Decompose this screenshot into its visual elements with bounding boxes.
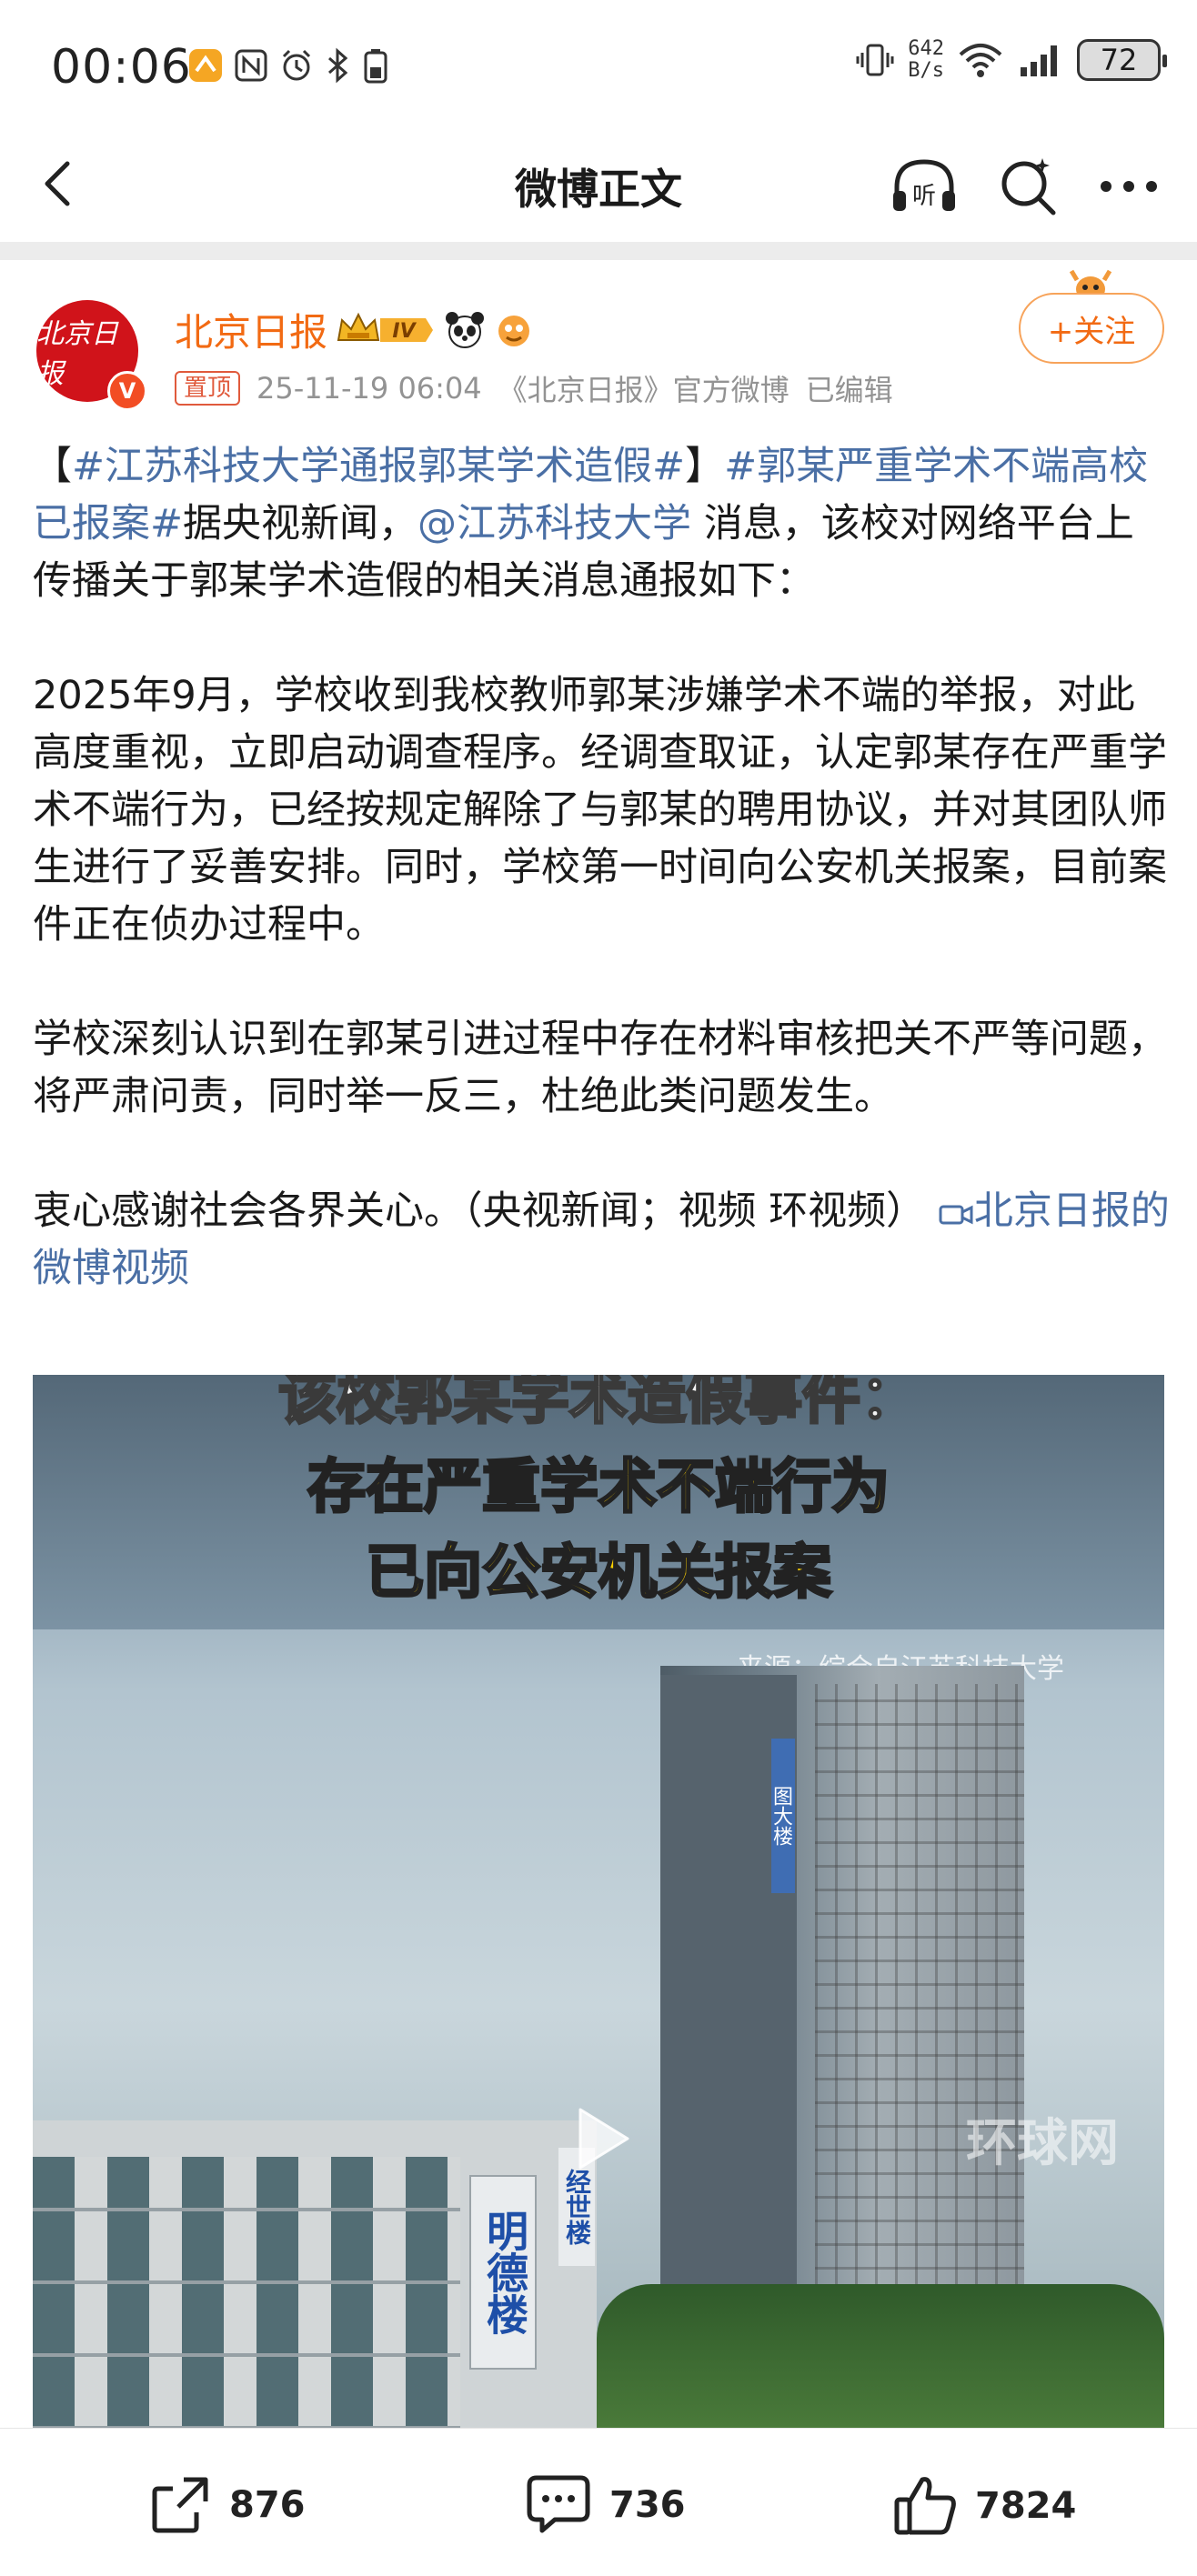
- clock: 00:06: [51, 40, 192, 95]
- battery-saver-icon: [364, 49, 387, 84]
- building-sign-mingde: 明德楼: [469, 2175, 537, 2370]
- thumbs-up-icon: [894, 2477, 956, 2535]
- tower-sign: 图大楼: [770, 1739, 795, 1893]
- fan-club-icon: [498, 315, 530, 346]
- section-divider: [0, 242, 1197, 260]
- network-speed: 642 B/s: [908, 37, 944, 82]
- panda-icon: [446, 311, 485, 348]
- mention-link[interactable]: @江苏科技大学: [417, 501, 691, 546]
- play-icon[interactable]: [553, 2093, 644, 2184]
- notification-icons: [187, 47, 391, 84]
- top-navigation-bar: 微博正文 听: [0, 136, 1197, 236]
- listen-icon[interactable]: 听: [888, 155, 961, 218]
- nfc-icon: [235, 49, 267, 82]
- battery-indicator: 72: [1077, 39, 1167, 81]
- vibrate-icon: [856, 44, 894, 76]
- alarm-icon: [282, 49, 311, 81]
- crown-level-badge-icon: IV: [337, 312, 434, 343]
- repost-count: 876: [229, 2484, 306, 2526]
- post-source: 《北京日报》官方微博: [498, 373, 790, 407]
- bluetooth-icon: [328, 47, 348, 84]
- video-headline-1: 该校郭某学术造假事件：: [277, 1375, 920, 1434]
- paragraph-2: 2025年9月，学校收到我校教师郭某涉嫌学术不端的举报，对此高度重视，立即启动调…: [33, 673, 1167, 947]
- comment-icon: [527, 2475, 590, 2533]
- video-watermark: 环球网: [966, 2114, 1119, 2173]
- svg-text:听: 听: [912, 183, 936, 210]
- signal-icon: [1021, 45, 1057, 76]
- bottom-action-bar: 876 736 7824: [0, 2428, 1197, 2576]
- pinned-tag: 置顶: [175, 371, 241, 406]
- svg-text:IV: IV: [392, 320, 417, 343]
- comment-count: 736: [609, 2484, 686, 2526]
- edited-label[interactable]: 已编辑: [806, 367, 893, 409]
- repost-icon: [152, 2477, 208, 2533]
- video-player[interactable]: 该校郭某学术造假事件： 存在严重学术不端行为 已向公安机关报案 来源：综合自江苏…: [33, 1375, 1164, 2428]
- video-headline-2: 存在严重学术不端行为: [307, 1453, 891, 1523]
- more-options-icon[interactable]: [1097, 177, 1161, 195]
- follow-button[interactable]: +关注: [1019, 293, 1164, 364]
- like-count: 7824: [975, 2485, 1077, 2527]
- system-icons: 642 B/s 72: [855, 37, 1167, 82]
- repost-button[interactable]: 876: [147, 2472, 306, 2538]
- author-name[interactable]: 北京日报: [175, 302, 327, 357]
- video-camera-icon: [939, 1205, 973, 1224]
- paragraph-4: 衷心感谢社会各界关心。（央视新闻；视频 环视频） 北京日报的微博视频: [33, 1188, 1170, 1291]
- search-icon[interactable]: [997, 155, 1061, 218]
- status-bar: 00:06 642 B/s 72: [0, 0, 1197, 136]
- paragraph-3: 学校深刻认识到在郭某引进过程中存在材料审核把关不严等问题，将严肃问责，同时举一反…: [33, 1017, 1167, 1119]
- wifi-icon: [959, 44, 1002, 77]
- post-content: 【#江苏科技大学通报郭某学术造假#】#郭某严重学术不端高校已报案#据央视新闻，@…: [33, 438, 1170, 1298]
- building-windows: [33, 2157, 460, 2428]
- comment-button[interactable]: 736: [524, 2472, 686, 2538]
- hashtag-link[interactable]: #江苏科技大学通报郭某学术造假#: [72, 444, 685, 489]
- verified-v-icon: V: [107, 371, 147, 411]
- trees: [597, 2284, 1164, 2428]
- like-button[interactable]: 7824: [891, 2472, 1076, 2540]
- app-notification-icon: [189, 49, 222, 82]
- paragraph-1: 【#江苏科技大学通报郭某学术造假#】#郭某严重学术不端高校已报案#据央视新闻，@…: [33, 444, 1149, 604]
- post-timestamp: 25-11-19 06:04: [256, 371, 482, 406]
- video-headline-3: 已向公安机关报案: [365, 1539, 833, 1609]
